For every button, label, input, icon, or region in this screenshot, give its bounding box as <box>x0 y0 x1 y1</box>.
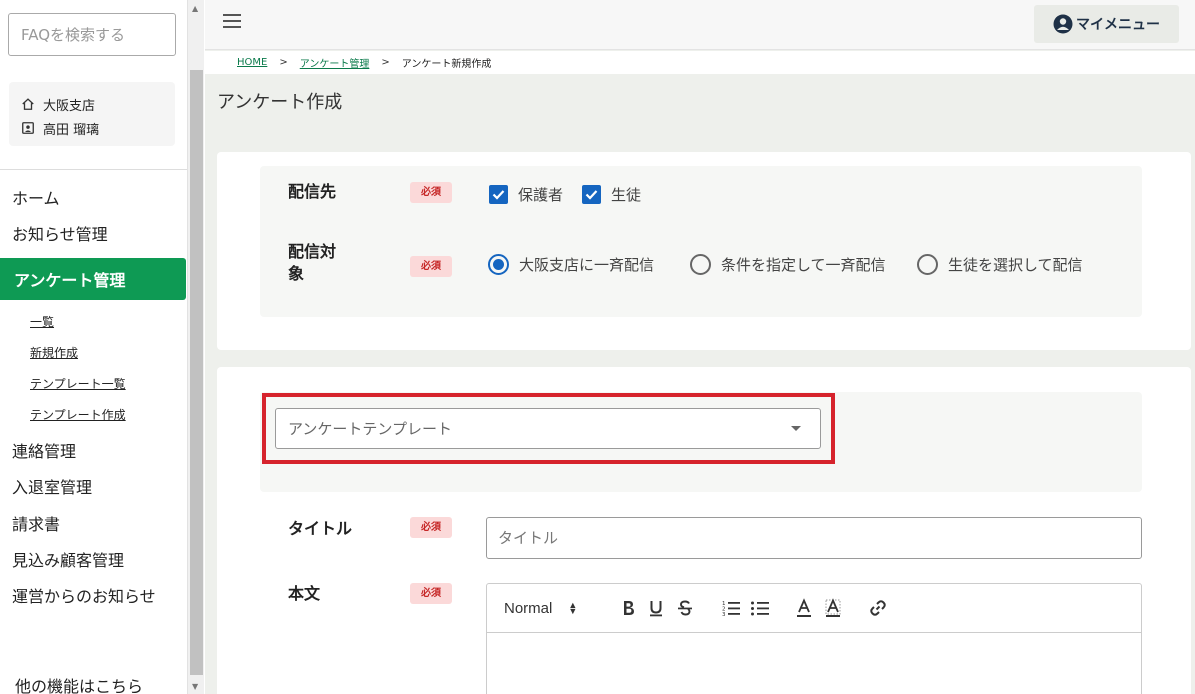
checkbox-checked-icon <box>489 185 508 204</box>
radio-select-students-label: 生徒を選択して配信 <box>948 256 1083 274</box>
main-content: マイメニュー HOME > アンケート管理 > アンケート新規作成 アンケート作… <box>205 0 1195 694</box>
radio-branch-broadcast-label: 大阪支店に一斉配信 <box>519 256 655 274</box>
link-icon[interactable] <box>867 597 889 619</box>
radio-unselected-icon <box>690 254 711 275</box>
sidebar-subitem-new[interactable]: 新規作成 <box>30 344 78 361</box>
text-color-icon[interactable] <box>793 597 815 619</box>
top-bar: マイメニュー <box>205 0 1195 50</box>
sidebar-subitem-list[interactable]: 一覧 <box>30 313 54 330</box>
breadcrumb-current: アンケート新規作成 <box>401 59 492 70</box>
bullet-list-icon[interactable] <box>749 597 771 619</box>
target-label-line1: 配信対 <box>288 242 337 261</box>
background-color-icon[interactable] <box>822 597 844 619</box>
hamburger-menu-icon[interactable] <box>223 14 245 32</box>
required-badge: 必須 <box>410 182 452 203</box>
destination-label: 配信先 <box>288 182 337 201</box>
sidebar-item-prospects[interactable]: 見込み顧客管理 <box>12 547 124 571</box>
editor-toolbar: Normal ▲ ▼ 123 <box>487 584 1141 633</box>
page-title: アンケート作成 <box>217 92 343 113</box>
radio-selected-icon <box>488 254 509 275</box>
format-select-value: Normal <box>504 599 553 617</box>
survey-content-card: アンケートテンプレート タイトル 必須 本文 必須 Normal ▲▼ <box>217 367 1191 694</box>
sidebar-item-survey[interactable]: アンケート管理 <box>0 258 186 300</box>
sidebar-item-home[interactable]: ホーム <box>12 185 60 209</box>
sidebar-item-ops-news[interactable]: 運営からのお知らせ <box>12 583 156 607</box>
updown-arrows-icon: ▲ ▼ <box>568 600 578 616</box>
delivery-settings-panel <box>260 166 1142 317</box>
org-info: 大阪支店 高田 瑠璃 <box>9 82 175 146</box>
bold-icon[interactable] <box>617 597 639 619</box>
title-label: タイトル <box>288 519 353 538</box>
radio-unselected-icon <box>917 254 938 275</box>
dropdown-arrow-icon <box>791 426 801 431</box>
body-label: 本文 <box>288 584 321 603</box>
sidebar-item-invoice[interactable]: 請求書 <box>12 511 60 535</box>
format-select[interactable]: Normal ▲ ▼ <box>504 597 594 619</box>
checkbox-guardian[interactable]: 保護者 <box>489 184 563 205</box>
required-badge: 必須 <box>410 517 452 538</box>
sidebar: 大阪支店 高田 瑠璃 ホーム お知らせ管理 アンケート管理 一覧 新規作成 テン… <box>0 0 187 694</box>
branch-row: 大阪支店 <box>21 92 175 116</box>
checkbox-student[interactable]: 生徒 <box>582 184 641 205</box>
my-menu-label: マイメニュー <box>1076 17 1160 33</box>
radio-condition-broadcast-label: 条件を指定して一斉配信 <box>721 256 886 274</box>
breadcrumb-separator: > <box>381 57 390 68</box>
required-badge: 必須 <box>410 583 452 604</box>
sidebar-item-entry-exit[interactable]: 入退室管理 <box>12 474 92 498</box>
checkbox-student-label: 生徒 <box>611 186 642 204</box>
id-badge-icon <box>22 122 34 134</box>
breadcrumb-survey[interactable]: アンケート管理 <box>300 55 370 70</box>
sidebar-item-other-features[interactable]: 他の機能はこちら <box>15 673 143 694</box>
radio-condition-broadcast[interactable]: 条件を指定して一斉配信 <box>690 254 886 275</box>
target-label-line2: 象 <box>288 264 305 283</box>
account-circle-icon <box>1053 14 1073 34</box>
breadcrumb: HOME > アンケート管理 > アンケート新規作成 <box>205 51 1195 74</box>
scroll-up-arrow-icon[interactable]: ▲ <box>192 4 198 13</box>
sidebar-item-notices[interactable]: お知らせ管理 <box>12 221 108 245</box>
home-icon <box>22 98 34 110</box>
sidebar-scrollbar[interactable]: ▲ ▼ <box>187 0 204 694</box>
my-menu-button[interactable]: マイメニュー <box>1034 5 1179 43</box>
sidebar-subitem-template-new[interactable]: テンプレート作成 <box>30 406 126 423</box>
scroll-down-arrow-icon[interactable]: ▼ <box>192 682 198 691</box>
rich-text-editor: Normal ▲ ▼ 123 <box>486 583 1142 694</box>
faq-search-input[interactable] <box>8 13 176 56</box>
radio-branch-broadcast[interactable]: 大阪支店に一斉配信 <box>488 254 654 275</box>
user-name: 高田 瑠璃 <box>43 122 100 138</box>
radio-select-students[interactable]: 生徒を選択して配信 <box>917 254 1083 275</box>
template-select-placeholder: アンケートテンプレート <box>288 420 452 438</box>
checkbox-checked-icon <box>582 185 601 204</box>
template-select[interactable]: アンケートテンプレート <box>275 408 821 449</box>
required-badge: 必須 <box>410 256 452 277</box>
breadcrumb-separator: > <box>279 57 288 68</box>
underline-icon[interactable] <box>645 597 667 619</box>
sidebar-subitem-template-list[interactable]: テンプレート一覧 <box>30 375 126 392</box>
delivery-settings-card: 配信先 必須 保護者 生徒 配信対 象 必須 大阪支店に一斉配信 条件を指定して… <box>217 152 1191 350</box>
target-label: 配信対 象 <box>288 241 336 285</box>
sidebar-item-contact[interactable]: 連絡管理 <box>12 438 76 462</box>
scroll-thumb[interactable] <box>190 70 203 675</box>
title-input[interactable] <box>486 517 1142 559</box>
user-row: 高田 瑠璃 <box>21 116 175 140</box>
editor-body[interactable] <box>487 633 1141 694</box>
svg-text:3: 3 <box>722 612 726 618</box>
sidebar-divider <box>0 169 187 170</box>
breadcrumb-home[interactable]: HOME <box>237 57 267 68</box>
ordered-list-icon[interactable]: 123 <box>720 597 742 619</box>
strikethrough-icon[interactable] <box>674 597 696 619</box>
branch-name: 大阪支店 <box>43 98 96 114</box>
checkbox-guardian-label: 保護者 <box>518 186 564 204</box>
